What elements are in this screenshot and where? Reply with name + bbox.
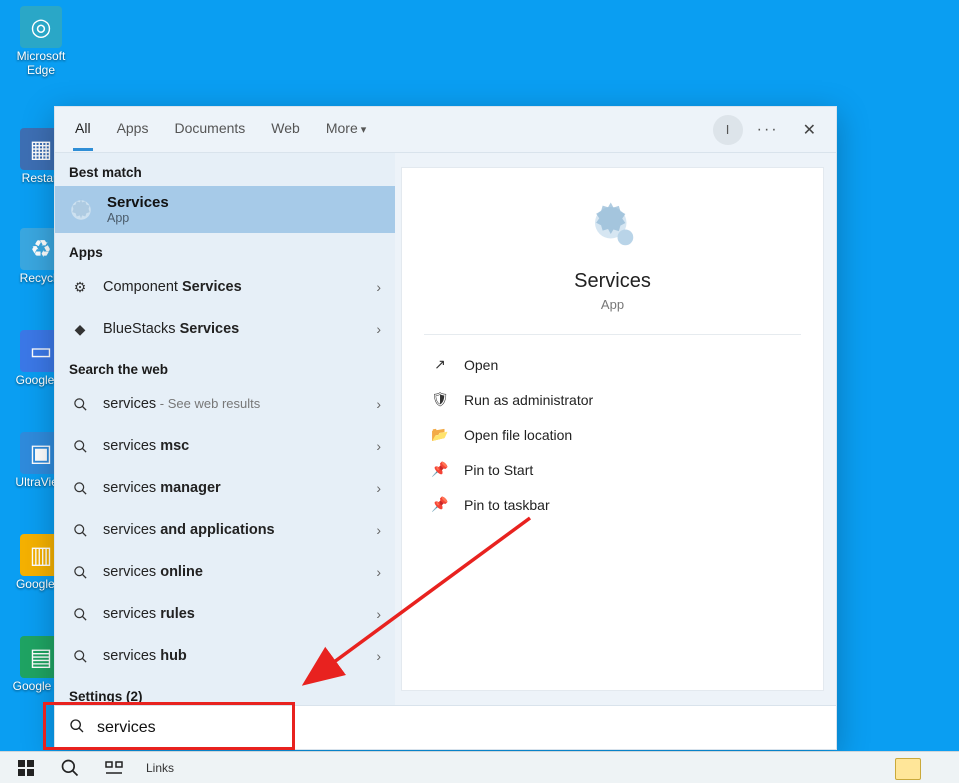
app-result-item[interactable]: ◆BlueStacks Services› — [55, 308, 395, 350]
action-icon: 📂 — [430, 426, 450, 443]
tab-all[interactable]: All — [73, 108, 93, 151]
services-icon — [67, 196, 95, 224]
search-icon — [69, 477, 91, 499]
best-match-header: Best match — [55, 153, 395, 186]
action-icon: ↗ — [430, 356, 450, 373]
web-result-item[interactable]: services and applications› — [55, 509, 395, 551]
app-icon: ◆ — [69, 318, 91, 340]
preview-action-run-as-administrator[interactable]: 🛡Run as administrator — [412, 382, 813, 417]
best-match-subtitle: App — [107, 211, 169, 225]
best-match-title: Services — [107, 194, 169, 211]
preview-actions: ↗Open🛡Run as administrator📂Open file loc… — [402, 343, 823, 526]
preview-title: Services — [402, 270, 823, 293]
links-toolbar-label[interactable]: Links — [136, 761, 184, 775]
more-options-button[interactable]: ··· — [753, 117, 783, 143]
app-icon: ⚙ — [69, 276, 91, 298]
web-result-item[interactable]: services rules› — [55, 593, 395, 635]
panel-header: All Apps Documents Web More I ··· ✕ — [55, 107, 836, 153]
best-match-item[interactable]: Services App — [55, 186, 395, 233]
search-web-header: Search the web — [55, 350, 395, 383]
web-result-item[interactable]: services msc› — [55, 425, 395, 467]
search-icon — [69, 519, 91, 541]
search-input[interactable] — [97, 719, 822, 737]
search-icon — [69, 561, 91, 583]
chevron-right-icon: › — [376, 606, 381, 622]
action-icon: 🛡 — [430, 391, 450, 408]
settings-header: Settings (2) — [55, 677, 395, 705]
taskbar-search-button[interactable] — [48, 752, 92, 783]
desktop-icon[interactable]: ◎Microsoft Edge — [4, 6, 78, 78]
app-result-item[interactable]: ⚙Component Services› — [55, 266, 395, 308]
chevron-right-icon: › — [376, 279, 381, 295]
chevron-right-icon: › — [376, 564, 381, 580]
search-icon — [69, 393, 91, 415]
tab-documents[interactable]: Documents — [172, 108, 247, 151]
start-search-panel: All Apps Documents Web More I ··· ✕ Best mat… — [54, 106, 837, 750]
search-bar — [55, 705, 836, 749]
chevron-right-icon: › — [376, 522, 381, 538]
close-button[interactable]: ✕ — [793, 114, 826, 146]
results-list: Best match Services App Apps ⚙Component … — [55, 153, 395, 705]
search-icon — [69, 645, 91, 667]
preview-action-open-file-location[interactable]: 📂Open file location — [412, 417, 813, 452]
preview-app-icon — [402, 194, 823, 256]
apps-header: Apps — [55, 233, 395, 266]
web-result-item[interactable]: services manager› — [55, 467, 395, 509]
web-result-item[interactable]: services hub› — [55, 635, 395, 677]
taskbar: Links — [0, 751, 959, 783]
search-icon — [69, 435, 91, 457]
web-result-item[interactable]: services online› — [55, 551, 395, 593]
file-explorer-taskbar-icon[interactable] — [895, 758, 921, 780]
tab-apps[interactable]: Apps — [115, 108, 151, 151]
preview-action-pin-to-taskbar[interactable]: 📌Pin to taskbar — [412, 487, 813, 522]
preview-pane: Services App ↗Open🛡Run as administrator📂… — [395, 153, 836, 705]
start-button[interactable] — [4, 752, 48, 783]
task-view-button[interactable] — [92, 752, 136, 783]
action-icon: 📌 — [430, 461, 450, 478]
tab-more[interactable]: More — [324, 108, 368, 151]
user-avatar[interactable]: I — [713, 115, 743, 145]
search-icon — [69, 603, 91, 625]
chevron-right-icon: › — [376, 480, 381, 496]
preview-action-open[interactable]: ↗Open — [412, 347, 813, 382]
chevron-right-icon: › — [376, 648, 381, 664]
search-icon — [69, 718, 85, 738]
search-scope-tabs: All Apps Documents Web More — [65, 108, 368, 151]
tab-web[interactable]: Web — [269, 108, 302, 151]
chevron-right-icon: › — [376, 321, 381, 337]
action-icon: 📌 — [430, 496, 450, 513]
chevron-right-icon: › — [376, 438, 381, 454]
web-result-item[interactable]: services - See web results› — [55, 383, 395, 425]
preview-action-pin-to-start[interactable]: 📌Pin to Start — [412, 452, 813, 487]
preview-subtitle: App — [402, 297, 823, 312]
chevron-right-icon: › — [376, 396, 381, 412]
